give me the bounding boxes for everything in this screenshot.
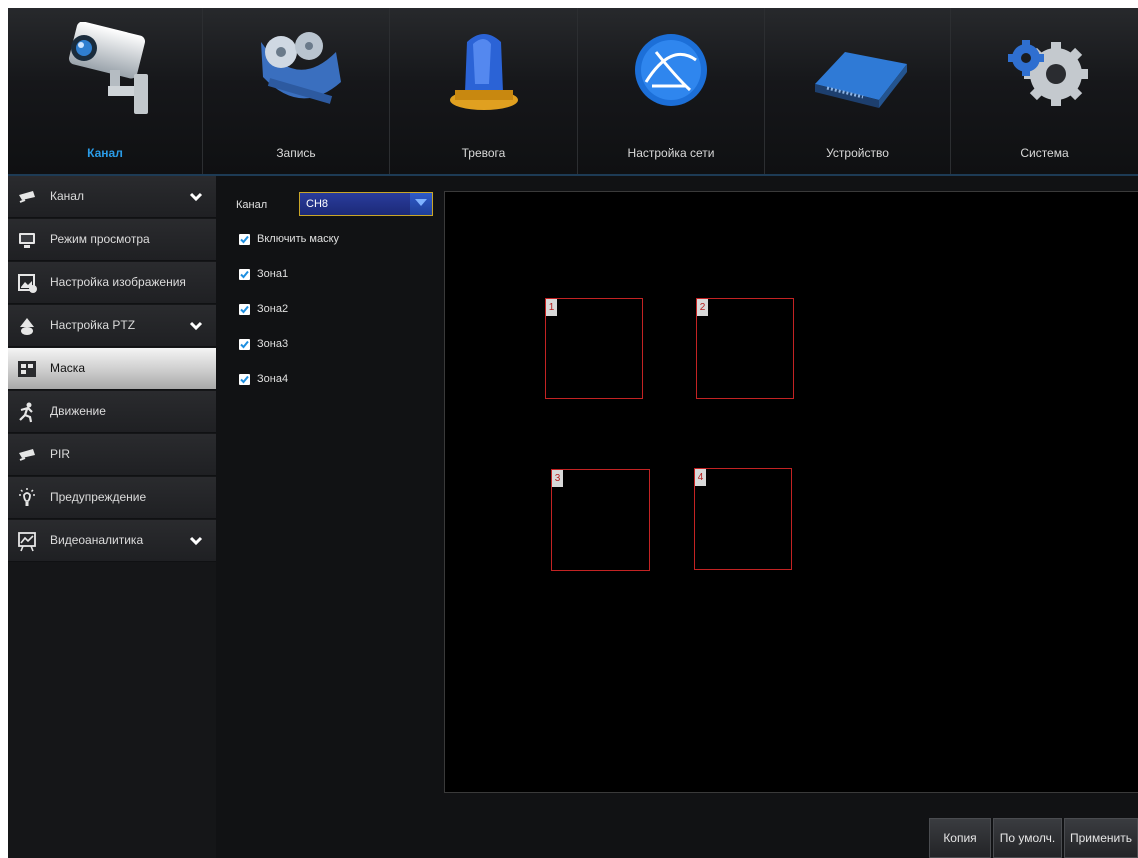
tab-device[interactable]: Устройство [765,8,951,174]
zone-number: 4 [695,469,706,486]
mask-zone-2[interactable]: 2 [696,298,794,399]
channel-select[interactable]: CH8 [299,192,433,216]
channel-label: Канал [236,199,268,211]
tab-network[interactable]: Настройка сети [578,8,765,174]
sidebar-item-label: Настройка PTZ [50,318,136,332]
tab-system[interactable]: Система [951,8,1138,174]
video-preview[interactable]: 1 2 3 4 [444,191,1138,793]
zone3-label: Зона3 [257,338,289,350]
mask-zone-1[interactable]: 1 [545,298,643,399]
siren-icon [449,34,518,110]
mask-icon [18,361,36,377]
copy-button[interactable]: Копия [929,818,991,858]
monitor-icon [19,233,35,248]
checkmark-icon [240,340,249,349]
sidebar-item-motion[interactable]: Движение [8,391,216,433]
analytics-icon [18,532,36,552]
chevron-down-icon [189,321,203,331]
enable-mask-label: Включить маску [257,233,340,245]
sidebar-item-label: Настройка изображения [50,275,186,289]
zone-number: 2 [697,299,708,316]
mask-zone-3[interactable]: 3 [551,469,650,571]
lightbulb-icon [19,488,35,506]
enable-mask-checkbox[interactable] [239,234,250,245]
apply-button[interactable]: Применить [1064,818,1138,858]
mask-zone-4[interactable]: 4 [694,468,792,570]
tab-label: Настройка сети [627,146,715,160]
sidebar-item-label: Канал [50,189,84,203]
sidebar-item-pir[interactable]: PIR [8,434,216,476]
zone-number: 1 [546,299,557,316]
film-reel-icon [261,32,341,104]
chevron-down-icon [189,192,203,202]
sidebar-item-label: PIR [50,447,71,461]
zone-number: 3 [552,470,563,487]
tab-label: Тревога [461,146,506,160]
sidebar-item-label: Видеоаналитика [50,533,144,547]
zone4-label: Зона4 [257,373,289,385]
sidebar-item-label: Движение [50,404,106,418]
dvr-settings-window: Канал Запись Тревога Настройка сети Устр… [8,8,1138,858]
ptz-camera-icon [20,318,34,335]
running-person-icon [19,402,33,423]
triangle-down-icon [415,199,427,206]
tab-label: Устройство [826,146,889,160]
checkmark-icon [240,305,249,314]
chevron-down-icon [189,536,203,546]
sidebar-item-warning[interactable]: Предупреждение [8,477,216,519]
sidebar-item-video-analytics[interactable]: Видеоаналитика [8,520,216,562]
tab-label: Канал [87,146,123,160]
zone4-checkbox[interactable] [239,374,250,385]
camera-icon [19,191,35,203]
tab-label: Запись [276,146,316,160]
sidebar-item-mask[interactable]: Маска [8,348,216,390]
tab-alarm[interactable]: Тревога [390,8,578,174]
tab-channel[interactable]: Канал [8,8,203,174]
default-button[interactable]: По умолч. [993,818,1062,858]
checkmark-icon [240,235,249,244]
zone2-label: Зона2 [257,303,289,315]
zone3-checkbox[interactable] [239,339,250,350]
sidebar: Канал Режим просмотра Настройка изображе… [8,176,216,858]
tab-record[interactable]: Запись [203,8,390,174]
channel-select-value: CH8 [306,198,329,210]
sidebar-item-label: Маска [50,361,85,375]
zone2-checkbox[interactable] [239,304,250,315]
camera-icon [68,22,148,114]
camera-icon [19,449,35,461]
top-navigation: Канал Запись Тревога Настройка сети Устр… [8,8,1138,174]
checkmark-icon [240,375,249,384]
sidebar-item-ptz[interactable]: Настройка PTZ [8,305,216,347]
sidebar-item-label: Режим просмотра [50,232,150,246]
sidebar-item-image-settings[interactable]: Настройка изображения [8,262,216,304]
globe-icon [635,34,707,106]
sidebar-item-channel[interactable]: Канал [8,176,216,218]
hard-drive-icon [814,52,907,108]
sidebar-item-view-mode[interactable]: Режим просмотра [8,219,216,261]
zone1-label: Зона1 [257,268,289,280]
gears-icon [1007,40,1088,106]
sidebar-item-label: Предупреждение [50,490,147,504]
tab-label: Система [1020,146,1069,160]
zone1-checkbox[interactable] [239,269,250,280]
image-settings-icon [18,274,37,293]
checkmark-icon [240,270,249,279]
dropdown-arrow[interactable] [410,193,432,215]
